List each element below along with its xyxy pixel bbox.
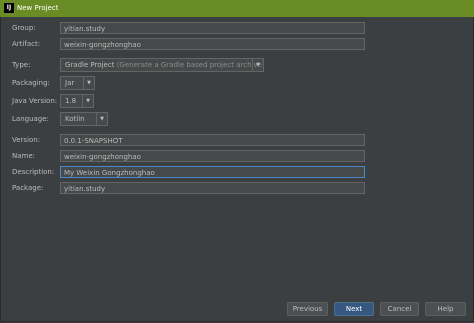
package-field[interactable]: yitian.study [60,182,365,194]
java-version-label: Java Version: [12,97,58,105]
java-version-select[interactable]: 1.8 ▼ [60,94,94,108]
packaging-select[interactable]: Jar ▼ [60,76,95,90]
artifact-field[interactable]: weixin-gongzhonghao [60,38,365,50]
language-value: Kotlin [65,115,85,123]
chevron-down-icon: ▼ [83,77,94,89]
group-field[interactable]: yitian.study [60,22,365,34]
java-version-value: 1.8 [65,97,77,105]
description-label: Description: [12,168,55,176]
version-field[interactable]: 0.0.1-SNAPSHOT [60,134,365,146]
chevron-down-icon: ▼ [96,113,107,125]
type-select[interactable]: Gradle Project (Generate a Gradle based … [60,58,264,72]
intellij-icon: IJ [4,3,14,13]
packaging-value: Jar [65,79,75,87]
window-title: New Project [17,4,59,12]
group-label: Group: [12,24,36,32]
type-hint: (Generate a Gradle based project archive… [116,61,264,69]
name-label: Name: [12,152,36,160]
language-label: Language: [12,115,49,123]
chevron-down-icon: ▼ [252,59,263,71]
type-value: Gradle Project [65,61,115,69]
type-label: Type: [12,61,31,69]
name-field[interactable]: weixin-gongzhonghao [60,150,365,162]
artifact-label: Artifact: [12,40,41,48]
previous-button[interactable]: Previous [287,302,328,316]
description-field[interactable]: My Weixin Gongzhonghao [60,166,365,178]
package-label: Package: [12,184,44,192]
packaging-label: Packaging: [12,79,50,87]
version-label: Version: [12,136,41,144]
next-button[interactable]: Next [334,302,374,316]
chevron-down-icon: ▼ [82,95,93,107]
language-select[interactable]: Kotlin ▼ [60,112,108,126]
cancel-button[interactable]: Cancel [380,302,419,316]
title-bar: IJ New Project [0,0,474,17]
help-button[interactable]: Help [425,302,466,316]
